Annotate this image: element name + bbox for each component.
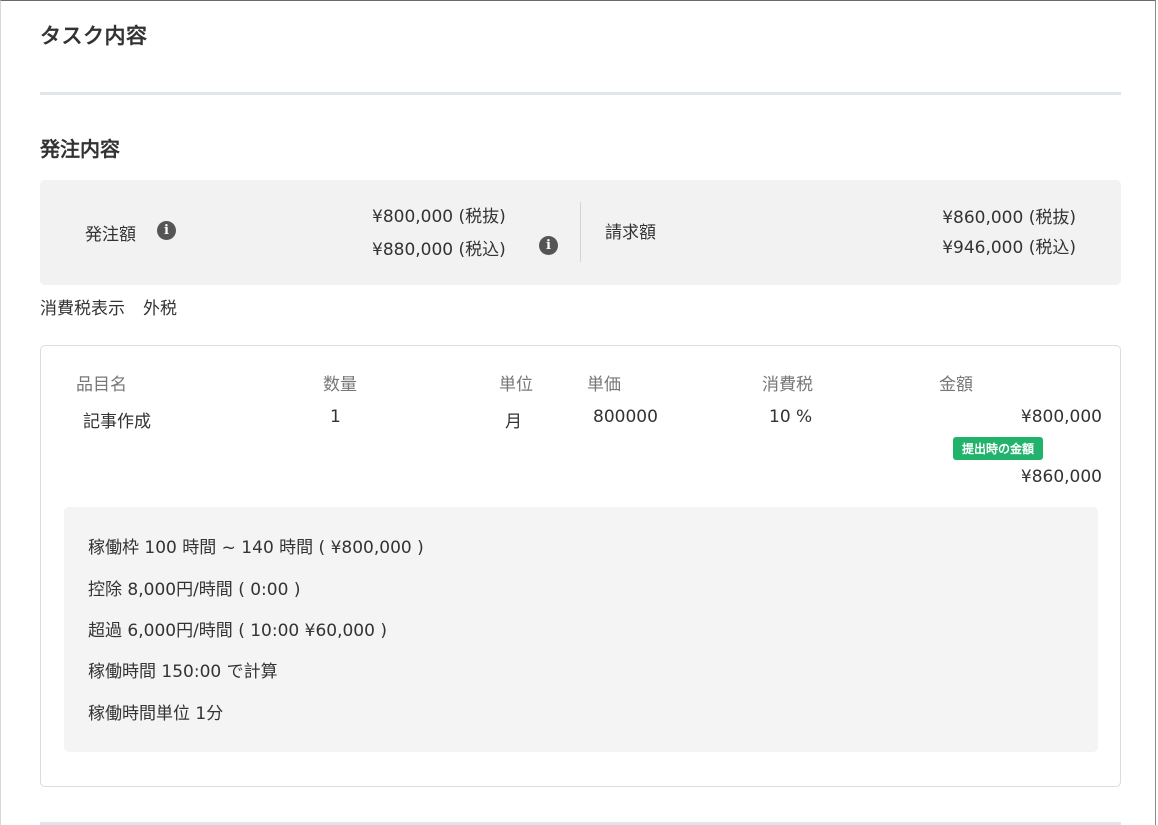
calculated-hours-line: 稼働時間 150:00 で計算 [88,662,278,682]
submitted-amount: ¥860,000 [1020,467,1102,487]
tax-display: 消費税表示 外税 [40,294,177,319]
tax-display-value: 外税 [143,299,177,319]
time-unit-line: 稼働時間単位 1分 [88,704,224,724]
tax-display-label: 消費税表示 [40,299,125,319]
overtime-line: 超過 6,000円/時間 ( 10:00 ¥60,000 ) [88,621,387,641]
header-quantity: 数量 [323,375,357,395]
order-amount-label: 発注額 [85,225,136,245]
section-title: 発注内容 [40,137,120,161]
order-amount-ex-tax: ¥800,000 (税抜) [372,207,506,227]
order-items-card: 品目名 数量 単位 単価 消費税 金額 記事作成 1 月 800000 10 %… [40,345,1121,787]
deduction-line: 控除 8,000円/時間 ( 0:00 ) [88,580,301,600]
header-amount: 金額 [939,375,973,395]
order-amount-in-tax: ¥880,000 (税込) [372,240,506,260]
header-item-name: 品目名 [76,375,127,395]
item-unit: 月 [505,412,522,432]
invoice-amount-label: 請求額 [605,223,656,243]
header-divider [40,92,1121,95]
page-title: タスク内容 [40,24,148,48]
submitted-amount-badge: 提出時の金額 [952,437,1043,460]
invoice-amount-ex-tax: ¥860,000 (税抜) [942,208,1076,228]
order-summary-panel: 発注額 i ¥800,000 (税抜) ¥880,000 (税込) i 請求額 … [40,180,1121,285]
header-tax: 消費税 [762,375,813,395]
item-tax: 10 % [769,407,813,427]
work-frame-line: 稼働枠 100 時間 ~ 140 時間 ( ¥800,000 ) [88,538,424,558]
invoice-amount-in-tax: ¥946,000 (税込) [942,238,1076,258]
item-amount: ¥800,000 [1020,407,1102,427]
info-icon[interactable]: i [157,221,176,240]
header-unit-price: 単価 [587,375,621,395]
header-unit: 単位 [499,375,533,395]
summary-separator [580,202,581,262]
info-icon[interactable]: i [539,236,558,255]
item-name: 記事作成 [83,412,151,432]
item-unit-price: 800000 [593,407,658,427]
item-quantity: 1 [330,407,341,427]
work-terms-panel: 稼働枠 100 時間 ~ 140 時間 ( ¥800,000 ) 控除 8,00… [64,507,1098,752]
